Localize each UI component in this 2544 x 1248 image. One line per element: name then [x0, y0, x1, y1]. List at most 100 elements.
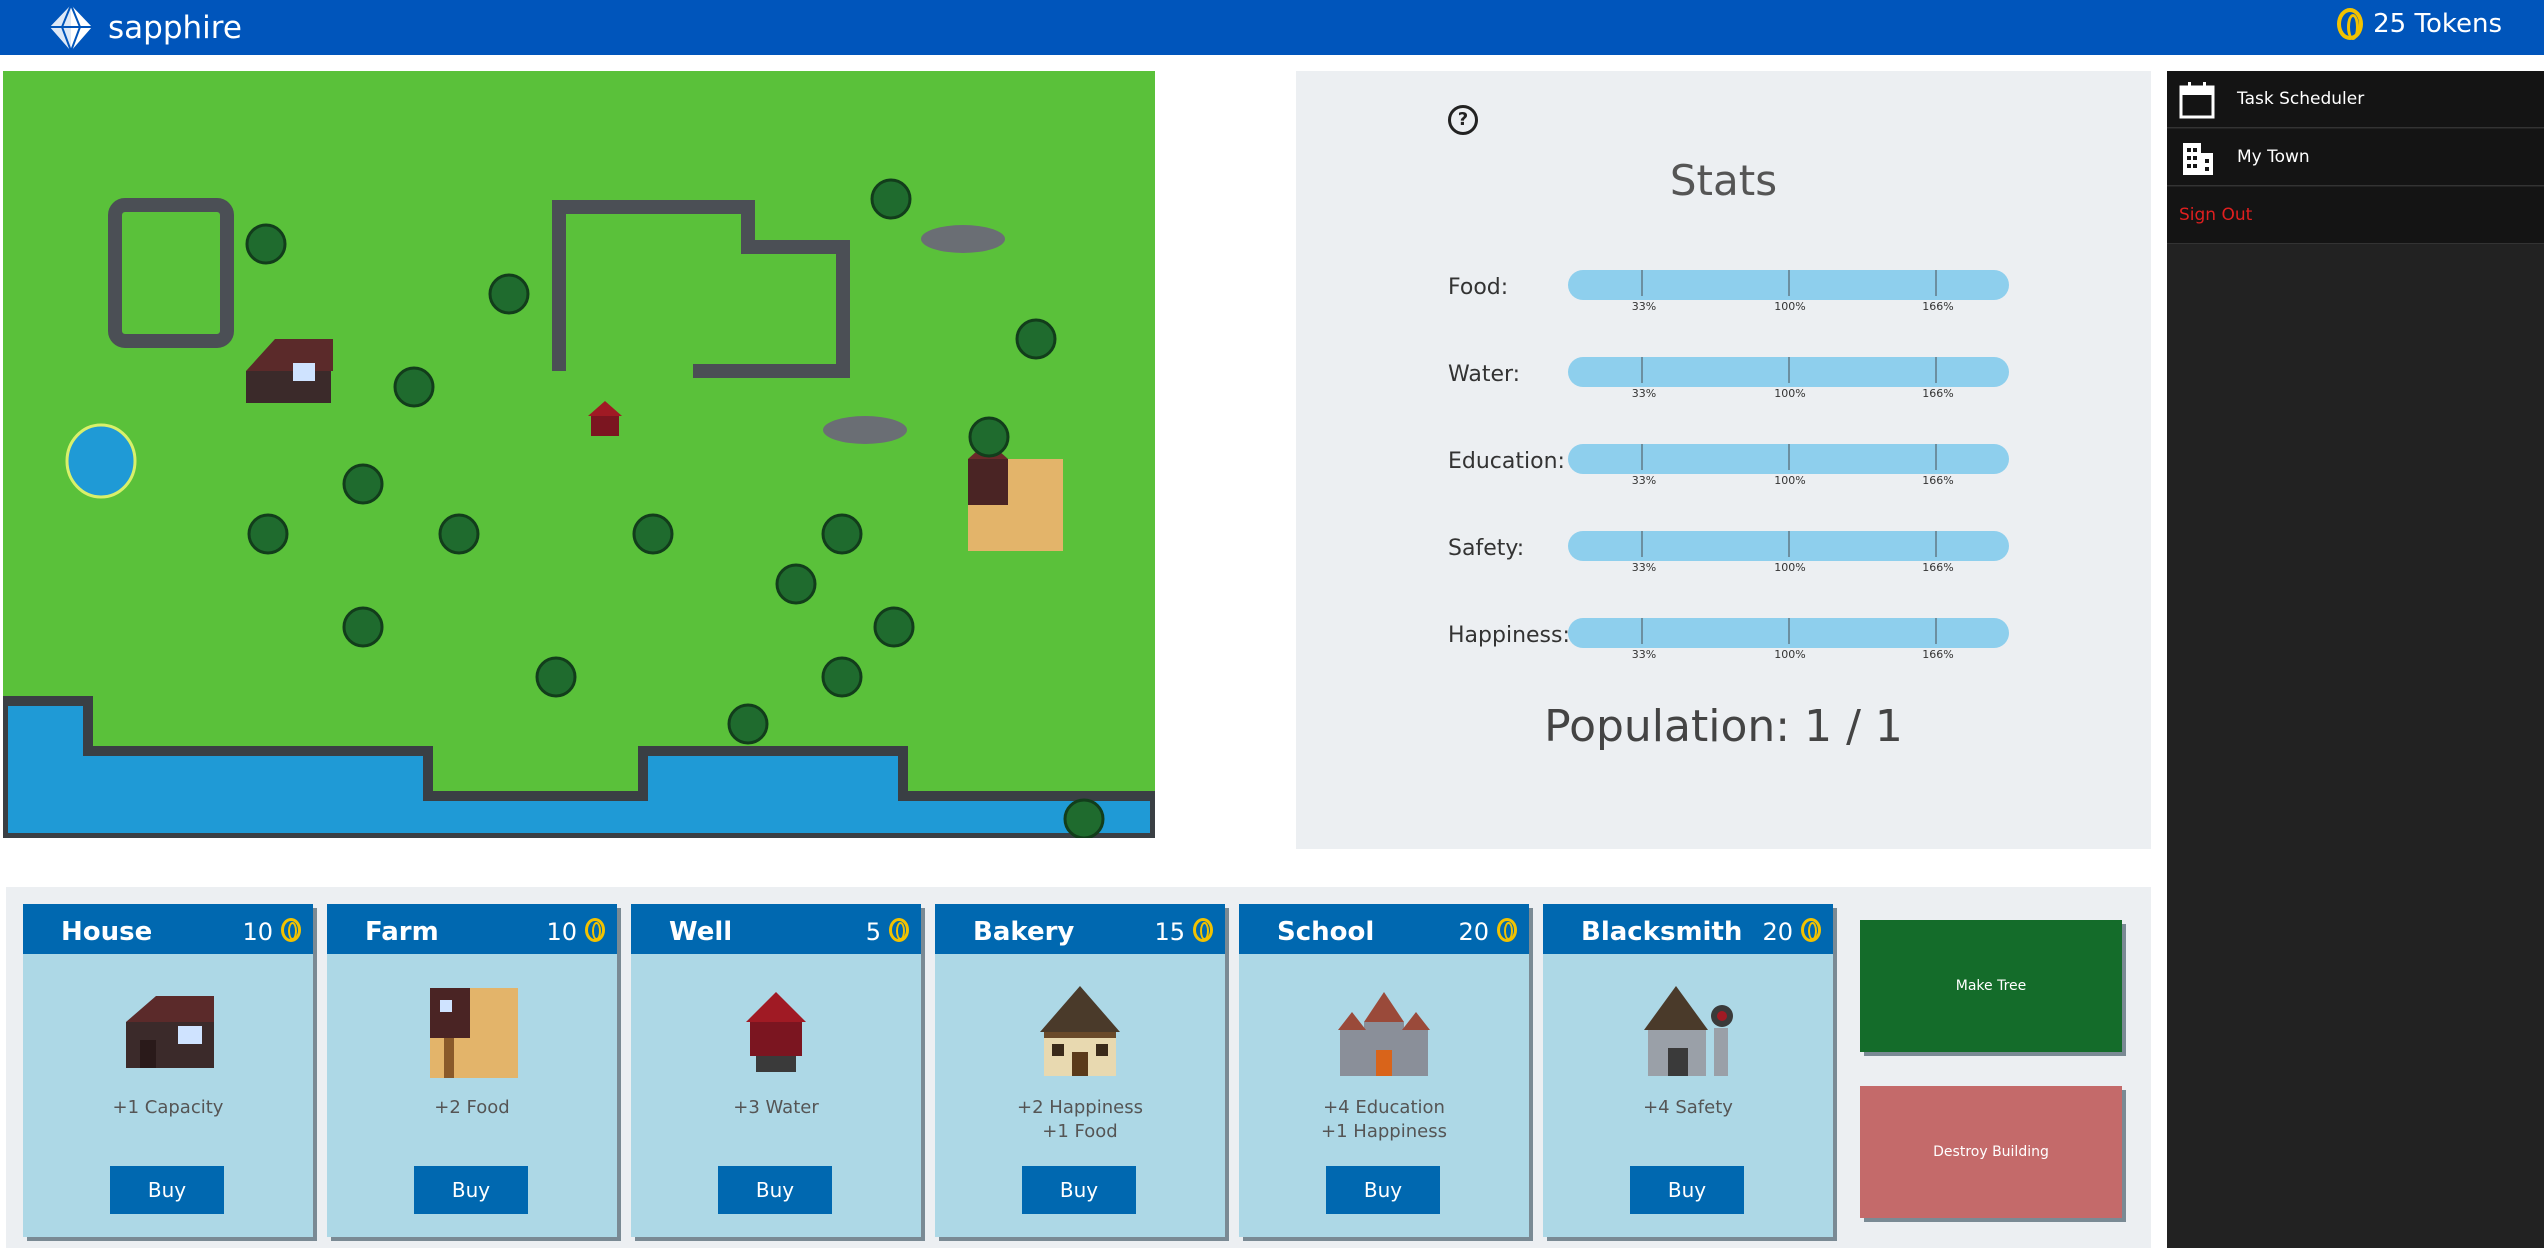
stat-tick [1935, 531, 1937, 557]
sidebar-item-task-scheduler[interactable]: Task Scheduler [2167, 71, 2544, 128]
card-header: Well 5 [631, 904, 921, 954]
card-description: +1 Capacity [23, 1096, 313, 1120]
stat-row-education: Education: 33% 100% 166% [1448, 444, 2068, 509]
card-name: House [61, 917, 153, 947]
sign-out-label: Sign Out [2179, 205, 2253, 225]
card-description: +4 Safety [1543, 1096, 1833, 1120]
card-effect: +1 Food [1042, 1121, 1118, 1142]
card-cost: 10 [242, 918, 273, 946]
stat-tick [1788, 618, 1790, 644]
stat-bar-water: 33% 100% 166% [1568, 357, 2009, 400]
tree [342, 463, 384, 505]
top-bar: sapphire 25 Tokens [0, 0, 2544, 55]
card-effect: +2 Food [434, 1097, 510, 1118]
town-map[interactable] [3, 71, 1155, 838]
stat-label: Food: [1448, 275, 1509, 300]
tree [1015, 318, 1057, 360]
card-effect: +1 Capacity [112, 1097, 224, 1118]
coin-icon [281, 918, 301, 942]
stat-bar-safety: 33% 100% 166% [1568, 531, 2009, 574]
card-header: Farm 10 [327, 904, 617, 954]
sidebar-item-my-town[interactable]: My Town [2167, 129, 2544, 186]
tree [775, 563, 817, 605]
pond [65, 423, 137, 499]
coin-icon [889, 918, 909, 942]
card-name: Well [669, 917, 733, 947]
tick-label: 33% [1631, 561, 1657, 574]
shop-card-school: School 20 +4 Education +1 Happiness Buy [1239, 904, 1529, 1237]
stat-tick [1935, 357, 1937, 383]
card-effect: +2 Happiness [1017, 1097, 1143, 1118]
stat-bar-education: 33% 100% 166% [1568, 444, 2009, 487]
tick-label: 33% [1631, 300, 1657, 313]
stat-row-food: Food: 33% 100% 166% [1448, 270, 2068, 335]
stat-tick [1788, 444, 1790, 470]
town-map-canvas[interactable] [3, 71, 1155, 838]
tick-label: 100% [1774, 561, 1806, 574]
tree [870, 178, 912, 220]
tick-label: 33% [1631, 474, 1657, 487]
card-description: +2 Food [327, 1096, 617, 1120]
tree [438, 513, 480, 555]
card-header: House 10 [23, 904, 313, 954]
stat-tick [1641, 357, 1643, 383]
help-icon[interactable]: ? [1448, 105, 1478, 135]
make-tree-button[interactable]: Make Tree [1860, 920, 2122, 1052]
tree [821, 656, 863, 698]
stat-tick [1788, 270, 1790, 296]
stat-row-safety: Safety: 33% 100% 166% [1448, 531, 2068, 596]
coin-icon [2337, 8, 2364, 40]
stat-tick [1641, 444, 1643, 470]
house-icon [126, 996, 214, 1068]
coin-icon [1193, 918, 1213, 942]
stat-bar-food: 33% 100% 166% [1568, 270, 2009, 313]
token-count: 25 Tokens [2373, 9, 2502, 39]
stat-row-water: Water: 33% 100% 166% [1448, 357, 2068, 422]
buy-farm-button[interactable]: Buy [414, 1166, 528, 1214]
shop-card-house: House 10 +1 Capacity Buy [23, 904, 313, 1237]
tree [535, 656, 577, 698]
card-cost: 20 [1762, 918, 1793, 946]
card-cost: 15 [1154, 918, 1185, 946]
tick-label: 166% [1922, 387, 1954, 400]
card-name: Blacksmith [1581, 917, 1743, 947]
destroy-building-button[interactable]: Destroy Building [1860, 1086, 2122, 1218]
buy-blacksmith-button[interactable]: Buy [1630, 1166, 1744, 1214]
rock [921, 225, 1005, 253]
stat-tick [1788, 531, 1790, 557]
card-description: +4 Education +1 Happiness [1239, 1096, 1529, 1144]
stat-tick [1935, 270, 1937, 296]
brand[interactable]: sapphire [48, 0, 242, 55]
calendar-icon [2179, 82, 2215, 119]
building-shop: House 10 +1 Capacity Buy Farm 10 +2 Food… [6, 887, 2151, 1248]
tree [1063, 798, 1105, 838]
brand-name: sapphire [108, 9, 242, 46]
card-cost: 10 [546, 918, 577, 946]
card-description: +3 Water [631, 1096, 921, 1120]
buy-house-button[interactable]: Buy [110, 1166, 224, 1214]
card-name: Bakery [973, 917, 1075, 947]
tree [247, 513, 289, 555]
stats-panel: ? Stats Food: 33% 100% 166% Water: 33% 1… [1296, 71, 2151, 849]
card-cost: 5 [865, 918, 881, 946]
card-header: Bakery 15 [935, 904, 1225, 954]
stat-tick [1641, 618, 1643, 644]
stat-bar-happiness: 33% 100% 166% [1568, 618, 2009, 661]
tree [821, 513, 863, 555]
sign-out-button[interactable]: Sign Out [2167, 187, 2544, 244]
coin-icon [585, 918, 605, 942]
stat-tick [1641, 531, 1643, 557]
tree [873, 606, 915, 648]
rock [823, 416, 907, 444]
shop-card-well: Well 5 +3 Water Buy [631, 904, 921, 1237]
sidebar-item-label: Task Scheduler [2237, 89, 2365, 109]
tree [342, 606, 384, 648]
buy-bakery-button[interactable]: Buy [1022, 1166, 1136, 1214]
blacksmith-icon [1644, 986, 1733, 1076]
sidebar: Task Scheduler My Town Sign Out [2167, 71, 2544, 1248]
coin-icon [1801, 918, 1821, 942]
buy-school-button[interactable]: Buy [1326, 1166, 1440, 1214]
buy-well-button[interactable]: Buy [718, 1166, 832, 1214]
tick-label: 166% [1922, 648, 1954, 661]
tree [488, 273, 530, 315]
